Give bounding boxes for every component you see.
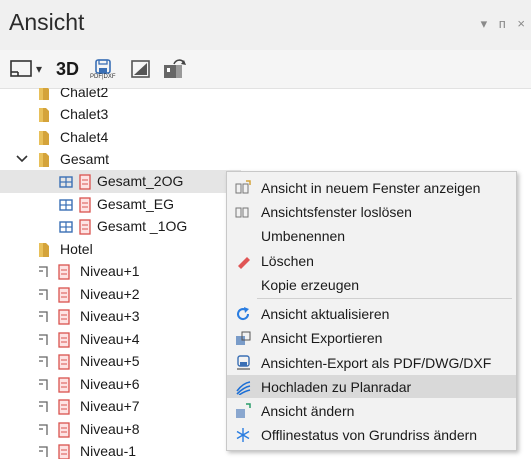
document-icon xyxy=(58,264,70,280)
document-icon xyxy=(79,219,91,235)
folder-icon xyxy=(39,243,49,257)
refresh-icon xyxy=(237,307,250,321)
menu-item-export-pdf-dwg-dxf[interactable]: Ansichten-Export als PDF/DWG/DXF xyxy=(227,351,516,374)
panel-title: Ansicht xyxy=(9,9,85,35)
tree-item-chalet3[interactable]: Chalet3 xyxy=(0,103,531,126)
document-icon xyxy=(58,377,70,393)
pdf-dxf-label: PDF|DXF xyxy=(90,73,116,80)
new-window-icon xyxy=(235,180,251,194)
view-dropdown-arrow[interactable]: ▾ xyxy=(36,56,42,82)
tree-item-gesamt-2og[interactable]: Gesamt_2OG xyxy=(0,170,241,193)
image-button[interactable] xyxy=(130,56,152,82)
document-icon xyxy=(58,309,70,325)
folder-icon xyxy=(39,108,49,122)
document-icon xyxy=(79,197,91,213)
level-icon xyxy=(39,424,48,435)
level-icon xyxy=(39,311,48,322)
menu-item-refresh-view[interactable]: Ansicht aktualisieren xyxy=(227,302,516,325)
document-icon xyxy=(58,332,70,348)
document-icon xyxy=(58,444,70,459)
folder-icon xyxy=(39,131,49,145)
dropdown-icon[interactable]: ▾ xyxy=(481,16,488,31)
menu-separator xyxy=(257,298,512,299)
panel-controls: ▾ ᴨ × xyxy=(473,16,525,32)
ansicht-panel: Ansicht ▾ ᴨ × ▾ 3D PDF|DXF Chalet2 Chale… xyxy=(0,0,531,459)
detach-window-icon xyxy=(235,207,249,218)
panel-titlebar: Ansicht ▾ ᴨ × xyxy=(0,0,531,50)
view-frame-button[interactable] xyxy=(9,56,35,82)
document-icon xyxy=(58,354,70,370)
level-icon xyxy=(39,356,48,367)
menu-item-rename[interactable]: Umbenennen xyxy=(227,224,516,247)
image-frame-icon xyxy=(131,60,150,78)
menu-item-change-view[interactable]: Ansicht ändern xyxy=(227,399,516,422)
save-pdf-icon xyxy=(237,355,250,370)
panel-toolbar: ▾ 3D PDF|DXF xyxy=(0,50,531,89)
eraser-icon xyxy=(238,257,250,269)
pdf-dxf-button[interactable]: PDF|DXF xyxy=(90,56,116,82)
document-icon xyxy=(58,399,70,415)
level-icon xyxy=(39,401,48,412)
folder-icon xyxy=(39,88,49,100)
folder-icon xyxy=(39,153,49,167)
context-menu: Ansicht in neuem Fenster anzeigen Ansich… xyxy=(226,171,517,451)
save-pdf-icon xyxy=(94,58,111,74)
view-layout-icon xyxy=(59,176,73,188)
chevron-down-icon[interactable] xyxy=(16,154,28,164)
level-icon xyxy=(39,446,48,457)
tree-item-chalet4[interactable]: Chalet4 xyxy=(0,126,531,149)
tree-item-gesamt[interactable]: Gesamt xyxy=(0,148,531,171)
snowflake-icon xyxy=(236,428,250,442)
menu-item-copy[interactable]: Kopie erzeugen xyxy=(227,273,516,296)
menu-item-offline-status[interactable]: Offlinestatus von Grundriss ändern xyxy=(227,423,516,446)
view-frame-icon xyxy=(10,60,32,77)
export-view-icon xyxy=(164,59,186,78)
level-icon xyxy=(39,379,48,390)
menu-item-open-new-window[interactable]: Ansicht in neuem Fenster anzeigen xyxy=(227,176,516,199)
view-layout-icon xyxy=(59,199,73,211)
menu-item-delete[interactable]: Löschen xyxy=(227,249,516,272)
view-layout-icon xyxy=(59,221,73,233)
planradar-icon xyxy=(236,381,251,395)
change-view-icon xyxy=(236,403,251,418)
export-view-button[interactable] xyxy=(162,56,188,82)
level-icon xyxy=(39,334,48,345)
level-icon xyxy=(39,266,48,277)
close-icon[interactable]: × xyxy=(517,16,525,31)
export-icon xyxy=(236,331,251,345)
menu-item-upload-planradar[interactable]: Hochladen zu Planradar xyxy=(227,375,516,398)
level-icon xyxy=(39,289,48,300)
menu-item-export-view[interactable]: Ansicht Exportieren xyxy=(227,326,516,349)
document-icon xyxy=(58,287,70,303)
document-icon xyxy=(58,422,70,438)
document-icon xyxy=(79,174,91,190)
tree-item-chalet2[interactable]: Chalet2 xyxy=(0,88,531,104)
3d-button[interactable]: 3D xyxy=(56,56,79,82)
pin-icon[interactable]: ᴨ xyxy=(499,16,506,31)
menu-item-detach-window[interactable]: Ansichtsfenster loslösen xyxy=(227,200,516,223)
